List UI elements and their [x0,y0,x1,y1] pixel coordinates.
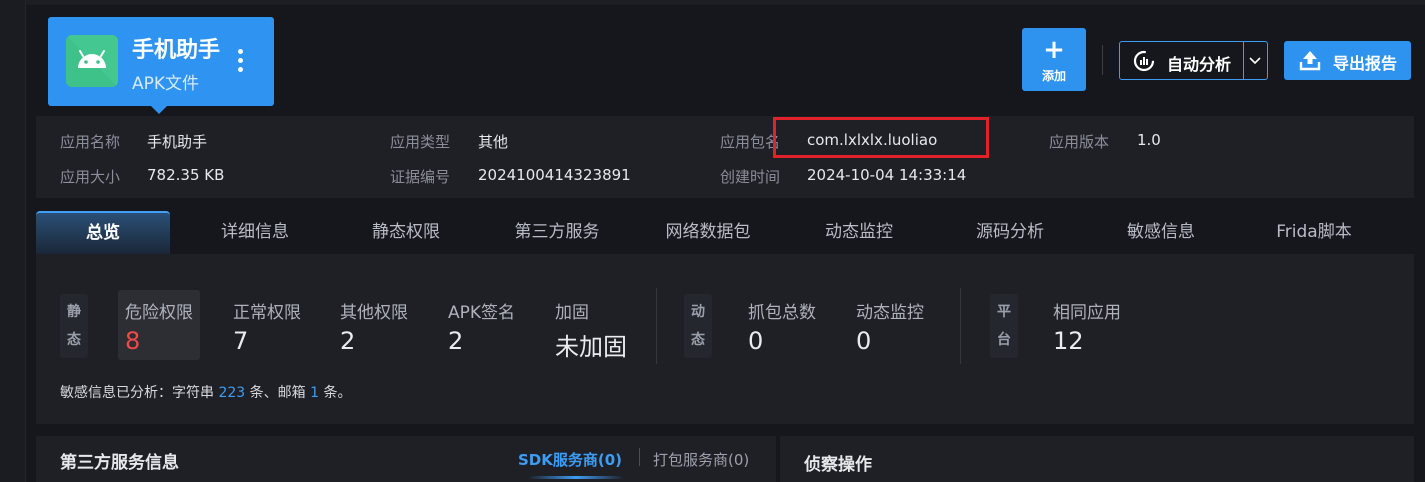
stat-normal-permissions[interactable]: 正常权限 7 [233,298,301,355]
stat-dangerous-permissions[interactable]: 危险权限 8 [118,290,200,360]
tab-sensitive-info[interactable]: 敏感信息 [1111,211,1211,254]
tab-sdk-providers[interactable]: SDK服务商(0) [518,449,622,470]
info-key: 证据编号 [390,168,451,186]
recon-panel: 侦察操作 [780,436,1414,482]
tag-char: 态 [691,332,705,348]
info-key: 创建时间 [720,168,781,186]
plus-icon: + [1043,35,1065,65]
tag-char: 台 [997,332,1011,348]
third-party-title: 第三方服务信息 [60,453,179,473]
stat-hardening[interactable]: 加固 未加固 [555,298,627,362]
stat-value: 2 [448,327,464,355]
stat-label: 加固 [555,303,589,323]
stat-apk-signature[interactable]: APK签名 2 [448,298,515,355]
info-value: 2024100414323891 [478,166,631,184]
summary-text: 条。 [319,385,352,401]
info-key: 应用包名 [720,133,781,151]
stat-value: 8 [125,327,141,355]
email-count[interactable]: 1 [310,385,319,401]
stat-same-apps[interactable]: 相同应用 12 [1053,298,1121,355]
stat-label: 其他权限 [340,303,408,323]
tab-packers[interactable]: 打包服务商(0) [653,449,749,470]
tag-char: 动 [691,304,705,320]
stat-label: 抓包总数 [748,303,816,323]
recon-title: 侦察操作 [804,455,872,475]
stat-value: 未加固 [555,333,627,361]
app-name-title: 手机助手 [132,38,221,63]
stat-value: 12 [1053,327,1084,355]
stat-value: 0 [748,327,764,355]
tag-char: 静 [67,304,81,320]
auto-analysis-label: 自动分析 [1167,55,1232,74]
tab-source-analysis[interactable]: 源码分析 [960,211,1060,254]
stat-value: 7 [233,327,249,355]
stat-capture-total[interactable]: 抓包总数 0 [748,298,816,355]
add-button[interactable]: + 添加 [1022,28,1086,91]
tab-static-permissions[interactable]: 静态权限 [356,211,456,254]
tag-char: 态 [67,332,81,348]
info-key: 应用类型 [390,133,451,151]
summary-text: 条、邮箱 [245,385,311,401]
tab-third-party[interactable]: 第三方服务 [501,211,613,254]
more-options-icon[interactable] [236,49,244,75]
info-key: 应用名称 [60,133,121,151]
tab-frida-script[interactable]: Frida脚本 [1258,211,1370,254]
info-value: 1.0 [1137,131,1161,149]
auto-analysis-button[interactable]: 自动分析 [1119,41,1268,80]
export-report-label: 导出报告 [1333,54,1398,73]
tab-details[interactable]: 详细信息 [205,211,305,254]
export-report-button[interactable]: 导出报告 [1284,41,1411,80]
top-bar [26,0,1425,5]
overview-panel: 静 态 危险权限 8 正常权限 7 其他权限 2 APK签名 2 加固 未加固 … [36,254,1414,424]
strings-count[interactable]: 223 [218,385,245,401]
stat-value: 0 [856,327,872,355]
tag-char: 平 [997,304,1011,320]
static-tag: 静 态 [60,294,88,358]
summary-text: 敏感信息已分析：字符串 [60,385,219,401]
main-tabs: 总览 详细信息 静态权限 第三方服务 网络数据包 动态监控 源码分析 敏感信息 … [36,211,1414,254]
tab-dynamic-monitor[interactable]: 动态监控 [809,211,909,254]
stat-label: 危险权限 [125,303,193,323]
info-value: 782.35 KB [147,166,225,184]
sensitive-info-summary: 敏感信息已分析：字符串 223 条、邮箱 1 条。 [60,382,351,402]
stat-label: 正常权限 [233,303,301,323]
info-value: 2024-10-04 14:33:14 [807,166,967,184]
info-value: 其他 [478,133,509,151]
stat-value: 2 [340,327,356,355]
section-divider [960,288,961,364]
toolbar-divider [1102,45,1103,75]
platform-tag: 平 台 [990,294,1018,358]
info-value: 手机助手 [147,133,208,151]
android-icon [66,35,118,87]
upload-icon [1298,49,1322,75]
add-button-label: 添加 [1041,69,1066,83]
tab-network-packets[interactable]: 网络数据包 [652,211,764,254]
section-divider [656,288,657,364]
tab-divider [639,448,640,466]
package-highlight-box [773,117,989,158]
active-tab-indicator [528,476,624,479]
app-badge: 手机助手 APK文件 [48,17,274,114]
chevron-down-icon[interactable] [1248,52,1262,72]
analysis-chart-icon [1133,50,1155,76]
stat-label: APK签名 [448,303,516,323]
info-key: 应用版本 [1049,133,1110,151]
stat-dynamic-monitor[interactable]: 动态监控 0 [856,298,924,355]
stat-label: 动态监控 [856,303,924,323]
stat-other-permissions[interactable]: 其他权限 2 [340,298,408,355]
split-divider [1243,42,1244,79]
info-key: 应用大小 [60,168,121,186]
app-type-label: APK文件 [132,74,200,94]
tab-overview[interactable]: 总览 [36,211,170,254]
third-party-panel: 第三方服务信息 SDK服务商(0) 打包服务商(0) [36,436,776,482]
stat-label: 相同应用 [1053,303,1121,323]
app-info-panel: 应用名称 手机助手 应用类型 其他 应用包名 com.lxlxlx.luolia… [36,116,1414,198]
left-sidebar-strip [0,0,26,482]
dynamic-tag: 动 态 [684,294,712,358]
